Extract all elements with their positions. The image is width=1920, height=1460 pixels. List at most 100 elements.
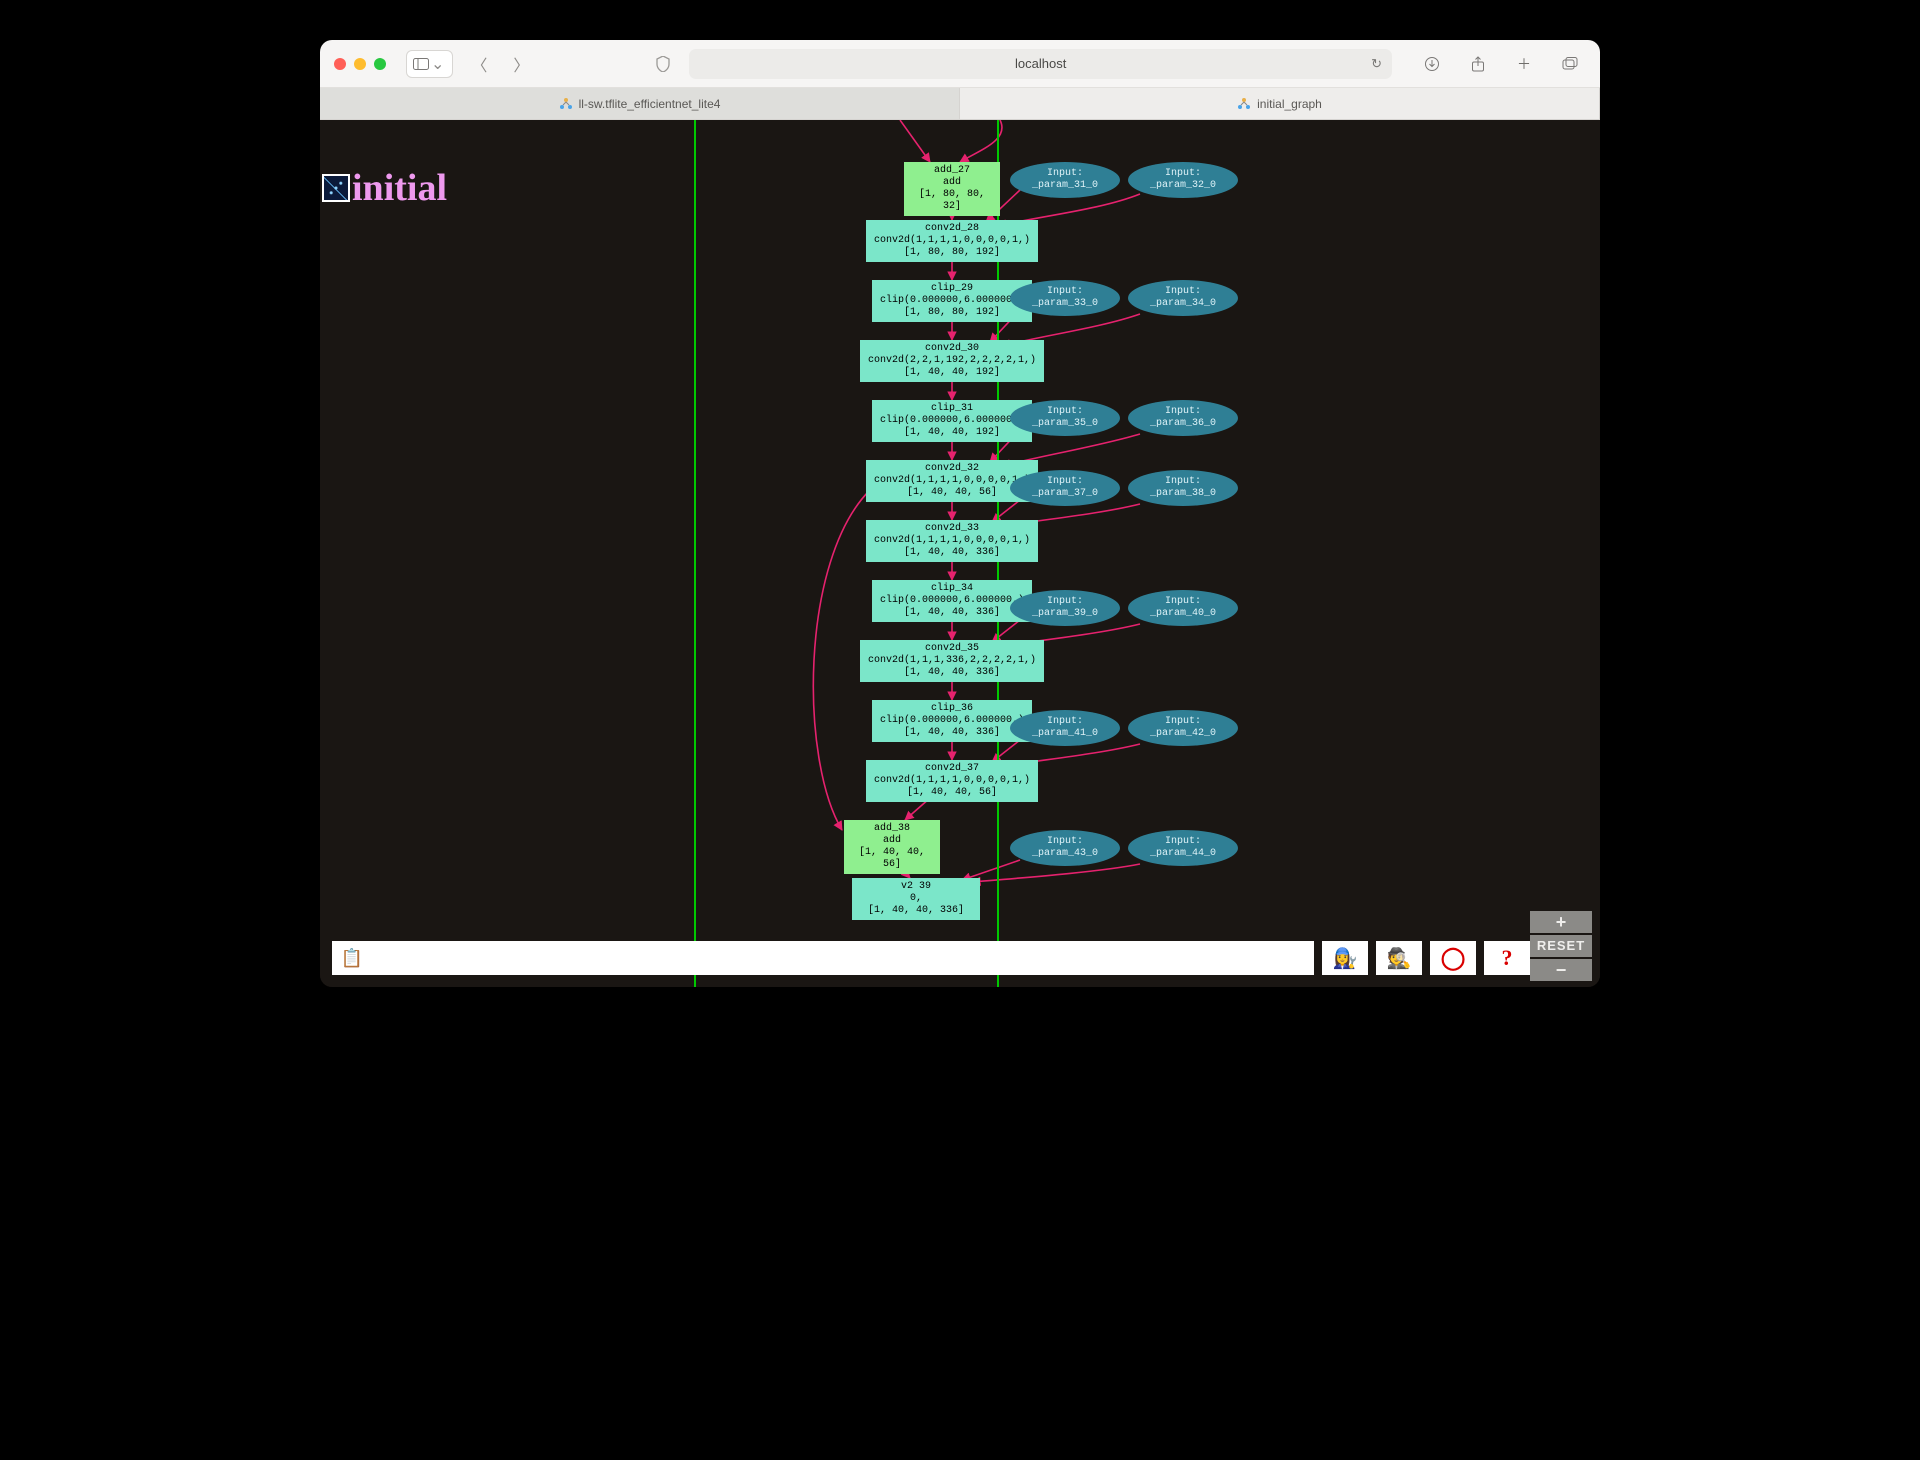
param-node-p33[interactable]: Input:_param_33_0 [1010, 280, 1120, 316]
graph-canvas[interactable]: add_27add[1, 80, 80, 32]conv2d_28conv2d(… [320, 120, 1600, 987]
node-text: _param_40_0 [1150, 608, 1216, 620]
graph-node-conv2d_37[interactable]: conv2d_37conv2d(1,1,1,1,0,0,0,0,1,)[1, 4… [866, 760, 1038, 802]
node-text: _param_37_0 [1032, 488, 1098, 500]
back-button[interactable]: 〈 [463, 50, 495, 78]
zoom-out-button[interactable]: − [1530, 959, 1592, 981]
graph-node-conv2d_39[interactable]: v2 39 0,[1, 40, 40, 336] [852, 878, 980, 920]
node-text: _param_34_0 [1150, 298, 1216, 310]
tab-overview-icon[interactable] [1554, 50, 1586, 78]
node-text: Input: [1047, 168, 1083, 180]
node-text: Input: [1165, 286, 1201, 298]
node-text: Input: [1165, 168, 1201, 180]
tab-favicon-icon [559, 97, 573, 111]
notes-button[interactable]: 📋 [332, 941, 372, 975]
node-text: [1, 40, 40, 336] [872, 547, 1032, 559]
address-bar[interactable]: localhost ↻ [689, 49, 1392, 79]
help-button[interactable]: ? [1484, 941, 1530, 975]
privacy-shield-icon[interactable] [647, 50, 679, 78]
graph-node-add_38[interactable]: add_38add[1, 40, 40, 56] [844, 820, 940, 874]
tab-favicon-icon [1237, 97, 1251, 111]
node-text: [1, 40, 40, 56] [850, 847, 934, 871]
maximize-icon[interactable] [374, 58, 386, 70]
tab-1[interactable]: initial_graph [960, 88, 1600, 119]
graph-node-clip_29[interactable]: clip_29clip(0.000000,6.000000,)[1, 80, 8… [872, 280, 1032, 322]
command-bar: 📋 👩‍🔧 🕵️ ◯ ? [332, 941, 1530, 975]
zoom-reset-button[interactable]: RESET [1530, 935, 1592, 957]
node-text: _param_35_0 [1032, 418, 1098, 430]
node-text: _param_43_0 [1032, 848, 1098, 860]
node-text: _param_36_0 [1150, 418, 1216, 430]
zoom-in-button[interactable]: + [1530, 911, 1592, 933]
node-text: conv2d(1,1,1,1,0,0,0,0,1,) [872, 535, 1032, 547]
graph-node-clip_34[interactable]: clip_34clip(0.000000,6.000000,)[1, 40, 4… [872, 580, 1032, 622]
param-node-p43[interactable]: Input:_param_43_0 [1010, 830, 1120, 866]
sidebar-icon [413, 58, 429, 70]
downloads-icon[interactable] [1416, 50, 1448, 78]
graph-node-conv2d_28[interactable]: conv2d_28conv2d(1,1,1,1,0,0,0,0,1,)[1, 8… [866, 220, 1038, 262]
share-icon[interactable] [1462, 50, 1494, 78]
graph-node-add_27[interactable]: add_27add[1, 80, 80, 32] [904, 162, 1000, 216]
param-node-p38[interactable]: Input:_param_38_0 [1128, 470, 1238, 506]
chevron-down-icon: ⌄ [429, 54, 446, 74]
node-text: conv2d_33 [872, 523, 1032, 535]
node-text: clip(0.000000,6.000000,) [878, 715, 1026, 727]
node-text: _param_32_0 [1150, 180, 1216, 192]
node-text: _param_39_0 [1032, 608, 1098, 620]
param-node-p36[interactable]: Input:_param_36_0 [1128, 400, 1238, 436]
app-viewport[interactable]: initial add_27add[1, 80, 80, 32]conv2d_2… [320, 120, 1600, 987]
forward-button[interactable]: 〉 [505, 50, 537, 78]
node-text: clip_36 [878, 703, 1026, 715]
param-node-p31[interactable]: Input:_param_31_0 [1010, 162, 1120, 198]
graph-node-conv2d_30[interactable]: conv2d_30conv2d(2,2,1,192,2,2,2,2,1,)[1,… [860, 340, 1044, 382]
param-node-p41[interactable]: Input:_param_41_0 [1010, 710, 1120, 746]
tab-label: initial_graph [1257, 97, 1322, 111]
minimize-icon[interactable] [354, 58, 366, 70]
agent1-button[interactable]: 👩‍🔧 [1322, 941, 1368, 975]
window-traffic-lights[interactable] [334, 58, 386, 70]
node-text: Input: [1165, 476, 1201, 488]
graph-node-conv2d_33[interactable]: conv2d_33conv2d(1,1,1,1,0,0,0,0,1,)[1, 4… [866, 520, 1038, 562]
graph-node-clip_31[interactable]: clip_31clip(0.000000,6.000000,)[1, 40, 4… [872, 400, 1032, 442]
node-text: conv2d(2,2,1,192,2,2,2,2,1,) [866, 355, 1038, 367]
node-text: v2 39 [858, 881, 974, 893]
close-icon[interactable] [334, 58, 346, 70]
node-text: _param_33_0 [1032, 298, 1098, 310]
param-node-p34[interactable]: Input:_param_34_0 [1128, 280, 1238, 316]
tab-0[interactable]: ll-sw.tflite_efficientnet_lite4 [320, 88, 960, 119]
node-text: clip_31 [878, 403, 1026, 415]
param-node-p35[interactable]: Input:_param_35_0 [1010, 400, 1120, 436]
graph-node-conv2d_35[interactable]: conv2d_35conv2d(1,1,1,336,2,2,2,2,1,)[1,… [860, 640, 1044, 682]
node-text: add [850, 835, 934, 847]
node-text: 0, [858, 893, 974, 905]
agent2-button[interactable]: 🕵️ [1376, 941, 1422, 975]
new-tab-icon[interactable]: ＋ [1508, 50, 1540, 78]
cluster-divider [694, 120, 696, 987]
node-text: [1, 40, 40, 192] [866, 367, 1038, 379]
node-text: [1, 40, 40, 336] [878, 607, 1026, 619]
sidebar-toggle-button[interactable]: ⌄ [406, 50, 453, 78]
tab-strip: ll-sw.tflite_efficientnet_lite4 initial_… [320, 88, 1600, 120]
url-text: localhost [1015, 56, 1066, 71]
node-text: clip_34 [878, 583, 1026, 595]
node-text: Input: [1047, 596, 1083, 608]
node-text: Input: [1047, 476, 1083, 488]
zoom-controls: + RESET − [1530, 911, 1592, 981]
param-node-p39[interactable]: Input:_param_39_0 [1010, 590, 1120, 626]
person-icon: 👩‍🔧 [1333, 946, 1358, 971]
node-text: [1, 40, 40, 56] [872, 787, 1032, 799]
param-node-p37[interactable]: Input:_param_37_0 [1010, 470, 1120, 506]
record-button[interactable]: ◯ [1430, 941, 1476, 975]
param-node-p32[interactable]: Input:_param_32_0 [1128, 162, 1238, 198]
param-node-p40[interactable]: Input:_param_40_0 [1128, 590, 1238, 626]
param-node-p42[interactable]: Input:_param_42_0 [1128, 710, 1238, 746]
command-input[interactable] [372, 941, 1314, 975]
node-text: Input: [1047, 286, 1083, 298]
node-text: Input: [1165, 406, 1201, 418]
param-node-p44[interactable]: Input:_param_44_0 [1128, 830, 1238, 866]
graph-node-clip_36[interactable]: clip_36clip(0.000000,6.000000,)[1, 40, 4… [872, 700, 1032, 742]
node-text: [1, 40, 40, 336] [878, 727, 1026, 739]
notes-icon: 📋 [341, 948, 363, 969]
refresh-icon[interactable]: ↻ [1371, 56, 1382, 72]
node-text: _param_42_0 [1150, 728, 1216, 740]
node-text: conv2d_37 [872, 763, 1032, 775]
